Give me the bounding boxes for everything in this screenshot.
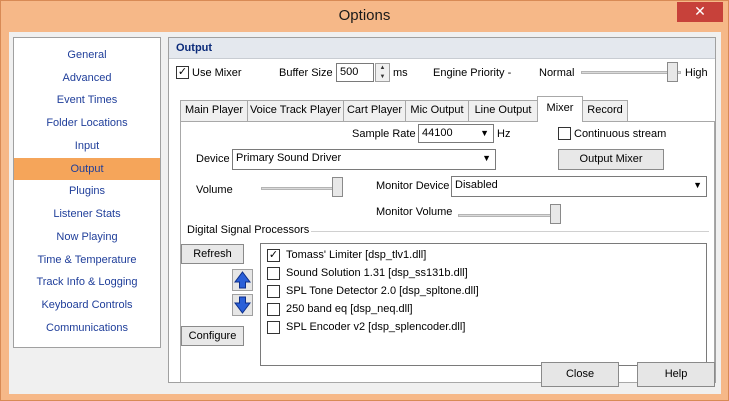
mixer-tab-content: Sample Rate 44100 ▼ Hz Continuous stream… xyxy=(180,121,715,383)
dsp-checkbox[interactable] xyxy=(267,303,280,316)
sidebar-item-input[interactable]: Input xyxy=(14,135,160,157)
sidebar-item-communications[interactable]: Communications xyxy=(14,317,160,339)
sample-rate-unit: Hz xyxy=(497,128,511,140)
use-mixer-checkbox[interactable]: ✓ xyxy=(176,66,189,79)
device-value: Primary Sound Driver xyxy=(236,152,342,164)
monitor-device-value: Disabled xyxy=(455,179,498,191)
sample-rate-select[interactable]: 44100 ▼ xyxy=(418,124,494,143)
sidebar-item-time-temperature[interactable]: Time & Temperature xyxy=(14,249,160,271)
spin-up-icon[interactable]: ▲ xyxy=(376,64,389,73)
tab-cart-player[interactable]: Cart Player xyxy=(343,100,406,121)
device-select[interactable]: Primary Sound Driver ▼ xyxy=(232,149,496,170)
options-window: Options ✕ General Advanced Event Times F… xyxy=(0,0,729,401)
arrow-up-icon xyxy=(234,271,251,289)
title-bar[interactable]: Options ✕ xyxy=(1,1,728,32)
engine-priority-label: Engine Priority - xyxy=(433,67,512,79)
dsp-group: Digital Signal Processors Refresh Config… xyxy=(181,224,714,384)
engine-priority-slider[interactable] xyxy=(667,62,678,82)
dsp-listbox[interactable]: ✓ Tomass' Limiter [dsp_tlv1.dll] Sound S… xyxy=(260,243,707,366)
buffer-size-label: Buffer Size xyxy=(279,67,333,79)
dsp-checkbox[interactable] xyxy=(267,321,280,334)
dsp-item-label: SPL Encoder v2 [dsp_splencoder.dll] xyxy=(286,321,466,333)
dialog-client-area: General Advanced Event Times Folder Loca… xyxy=(9,32,721,394)
sidebar-item-track-info-logging[interactable]: Track Info & Logging xyxy=(14,271,160,293)
continuous-stream-label: Continuous stream xyxy=(574,128,667,140)
dsp-checkbox[interactable]: ✓ xyxy=(267,249,280,262)
chevron-down-icon: ▼ xyxy=(693,180,702,190)
tab-line-output[interactable]: Line Output xyxy=(468,100,538,121)
options-sidebar: General Advanced Event Times Folder Loca… xyxy=(13,37,161,348)
refresh-button[interactable]: Refresh xyxy=(181,244,244,264)
sidebar-item-plugins[interactable]: Plugins xyxy=(14,180,160,202)
monitor-volume-track xyxy=(458,214,558,217)
move-down-button[interactable] xyxy=(232,294,253,316)
chevron-down-icon: ▼ xyxy=(482,153,491,163)
tab-voice-track-player[interactable]: Voice Track Player xyxy=(247,100,344,121)
volume-slider[interactable] xyxy=(332,177,343,197)
sidebar-item-advanced[interactable]: Advanced xyxy=(14,67,160,89)
dsp-checkbox[interactable] xyxy=(267,267,280,280)
sidebar-item-keyboard-controls[interactable]: Keyboard Controls xyxy=(14,294,160,316)
tab-mixer[interactable]: Mixer xyxy=(537,96,583,122)
engine-priority-normal: Normal xyxy=(539,67,575,79)
sidebar-item-folder-locations[interactable]: Folder Locations xyxy=(14,112,160,134)
volume-label: Volume xyxy=(196,184,233,196)
sample-rate-value: 44100 xyxy=(422,127,453,139)
buffer-size-unit: ms xyxy=(393,67,408,79)
monitor-device-select[interactable]: Disabled ▼ xyxy=(451,176,707,197)
chevron-down-icon: ▼ xyxy=(480,128,489,138)
output-mixer-button[interactable]: Output Mixer xyxy=(558,149,664,170)
monitor-volume-slider[interactable] xyxy=(550,204,561,224)
buffer-size-input[interactable]: 500 xyxy=(336,63,374,82)
sidebar-item-output[interactable]: Output xyxy=(14,158,160,180)
close-button[interactable]: Close xyxy=(541,362,619,387)
engine-priority-high: High xyxy=(685,67,708,79)
dsp-group-label: Digital Signal Processors xyxy=(185,224,312,236)
configure-button[interactable]: Configure xyxy=(181,326,244,346)
output-panel: Output ✓ Use Mixer Buffer Size 500 ▲ ▼ m… xyxy=(168,37,716,383)
window-title: Options xyxy=(338,7,391,24)
dsp-item-label: SPL Tone Detector 2.0 [dsp_spltone.dll] xyxy=(286,285,479,297)
sidebar-item-now-playing[interactable]: Now Playing xyxy=(14,226,160,248)
panel-title: Output xyxy=(169,38,715,59)
tab-record[interactable]: Record xyxy=(582,100,628,121)
sample-rate-label: Sample Rate xyxy=(352,128,416,140)
use-mixer-label: Use Mixer xyxy=(192,67,242,79)
buffer-size-spinner[interactable]: ▲ ▼ xyxy=(375,63,390,82)
device-label: Device xyxy=(196,153,230,165)
volume-track xyxy=(261,187,341,190)
dsp-item-label: Tomass' Limiter [dsp_tlv1.dll] xyxy=(286,249,427,261)
sidebar-item-listener-stats[interactable]: Listener Stats xyxy=(14,203,160,225)
sidebar-item-general[interactable]: General xyxy=(14,44,160,66)
continuous-stream-checkbox[interactable] xyxy=(558,127,571,140)
window-close-icon[interactable]: ✕ xyxy=(677,2,723,22)
sidebar-item-event-times[interactable]: Event Times xyxy=(14,89,160,111)
arrow-down-icon xyxy=(234,296,251,314)
engine-priority-track xyxy=(581,71,681,74)
dsp-item-label: 250 band eq [dsp_neq.dll] xyxy=(286,303,413,315)
help-button[interactable]: Help xyxy=(637,362,715,387)
tab-mic-output[interactable]: Mic Output xyxy=(405,100,469,121)
move-up-button[interactable] xyxy=(232,269,253,291)
dsp-checkbox[interactable] xyxy=(267,285,280,298)
monitor-volume-label: Monitor Volume xyxy=(376,206,453,218)
tab-main-player[interactable]: Main Player xyxy=(180,100,248,121)
monitor-device-label: Monitor Device xyxy=(376,180,450,192)
dsp-item-label: Sound Solution 1.31 [dsp_ss131b.dll] xyxy=(286,267,468,279)
spin-down-icon[interactable]: ▼ xyxy=(376,73,389,82)
